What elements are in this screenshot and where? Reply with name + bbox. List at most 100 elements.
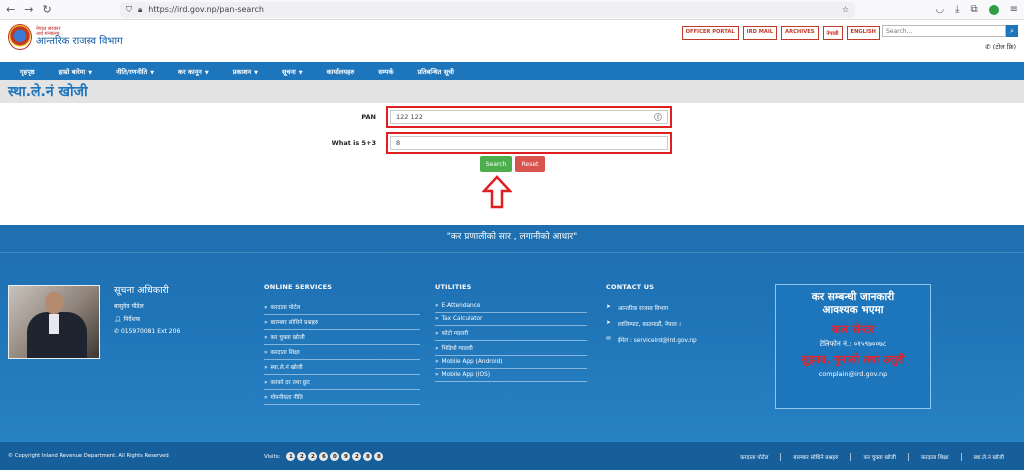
pan-search-form: PAN 122 122 ⇕ What is 5+3 8 Search Reset — [0, 103, 1024, 225]
logo-title: आन्तरिक राजस्व विभाग — [36, 36, 123, 47]
top-links: OFFICER PORTAL IRD MAIL ARCHIVES नेपाली … — [681, 26, 880, 40]
callbox-call-center: कल सेन्टर — [831, 322, 875, 337]
nav-item-tax-law[interactable]: कर कानून ▼ — [178, 67, 209, 76]
copyright: © Copyright Inland Revenue Department. A… — [8, 453, 169, 459]
footer-link[interactable]: » भिडियो ग्यालरी — [435, 341, 587, 356]
site-search-input[interactable] — [882, 25, 1006, 37]
visit-digit: 6 — [319, 452, 329, 461]
main-navigation: गृहपृष्ठ हाम्रो बारेमा ▼ नीति/रणनीति ▼ कर … — [0, 62, 1024, 80]
bookmark-star-icon[interactable]: ☆ — [842, 5, 849, 14]
visit-digit: 2 — [352, 452, 362, 461]
captcha-input-value: 8 — [396, 139, 401, 147]
back-icon[interactable]: ← — [6, 3, 15, 16]
bottom-link[interactable]: बारम्बार सोधिने प्रश्नहरु — [780, 453, 850, 461]
footer-link[interactable]: » Mobile App (Android) — [435, 356, 587, 369]
nav-item-notices[interactable]: सूचना ▼ — [282, 67, 303, 76]
ird-mail-link[interactable]: IRD MAIL — [742, 26, 778, 40]
callbox-phone: टेलिफोन नं.: ०१५९७००७८ — [819, 340, 887, 349]
officer-position: 👤︎ निर्देशक — [114, 316, 141, 323]
page-title-bar: स्था.ले.नं खोजी — [0, 80, 1024, 103]
tollfree-phone: ✆ (टोल फ्रि) — [985, 42, 1016, 51]
footer-link[interactable]: » Tax Calculator — [435, 313, 587, 326]
nav-item-publications[interactable]: प्रकाशन ▼ — [233, 67, 258, 76]
address-bar[interactable]: ⛉ 🔒︎ https://ird.gov.np/pan-search ☆ — [120, 1, 855, 18]
bottom-link[interactable]: करदाता शिक्षा — [907, 453, 961, 461]
site-footer: "कर प्रणालीको सार , लगानीको आधार" सूचना … — [0, 225, 1024, 470]
pan-field-highlight: 122 122 ⇕ — [386, 106, 672, 128]
nav-item-about[interactable]: हाम्रो बारेमा ▼ — [59, 67, 92, 76]
nav-item-policy[interactable]: नीति/रणनीति ▼ — [116, 67, 154, 76]
chevron-down-icon: ▼ — [88, 69, 93, 76]
arrow-up-annotation-icon — [482, 175, 512, 209]
footer-bottom-links: करदाता पोर्टल बारम्बार सोधिने प्रश्नहरु … — [728, 453, 1016, 461]
contact-heading: CONTACT US — [606, 283, 655, 291]
footer-link[interactable]: » E-Attendance — [435, 300, 587, 313]
reload-icon[interactable]: ↻ — [42, 3, 51, 16]
download-icon[interactable]: ⤓ — [955, 4, 959, 15]
footer-link[interactable]: » कर चुक्ता खोजी — [264, 330, 420, 345]
pan-label: PAN — [361, 113, 376, 121]
footer-link[interactable]: » स्था.ले.नं खोजी — [264, 360, 420, 375]
footer-link[interactable]: » Mobile App (IOS) — [435, 369, 587, 382]
url-text[interactable]: https://ird.gov.np/pan-search — [148, 5, 836, 14]
information-officer: सूचना अधिकारी बासुदेव पौडेल 👤︎ निर्देशक … — [114, 283, 180, 340]
nepali-language-link[interactable]: नेपाली — [822, 26, 843, 40]
footer-bottom-bar: © Copyright Inland Revenue Department. A… — [0, 442, 1024, 470]
footer-link[interactable]: » करदाता पोर्टल — [264, 300, 420, 315]
footer-link[interactable]: » फोटो ग्यालरी — [435, 326, 587, 341]
visit-digit: 8 — [374, 452, 384, 461]
online-services-column: ONLINE SERVICES » करदाता पोर्टल » बारम्बार… — [264, 283, 420, 405]
captcha-label: What is 5+3 — [331, 139, 376, 147]
pan-input[interactable]: 122 122 ⇕ — [390, 110, 668, 124]
officer-portal-link[interactable]: OFFICER PORTAL — [681, 26, 739, 40]
nav-item-contact[interactable]: सम्पर्क — [378, 67, 393, 76]
english-language-link[interactable]: ENGLISH — [846, 26, 880, 40]
call-center-box: कर सम्बन्धी जानकारी आवश्यक भएमा कल सेन्ट… — [775, 284, 931, 409]
footer-link[interactable]: » बारम्बार सोधिने प्रश्नहरु — [264, 315, 420, 330]
search-submit-button[interactable]: Search — [480, 156, 512, 172]
search-button[interactable]: ⌕ — [1006, 25, 1018, 37]
send-icon: ➤ — [606, 304, 611, 310]
site-search: ⌕ — [882, 25, 1018, 37]
spinner-icon[interactable]: ⇕ — [654, 113, 662, 121]
captcha-input[interactable]: 8 — [390, 136, 668, 150]
footer-divider — [0, 252, 1024, 253]
menu-icon[interactable]: ≡ — [1010, 4, 1018, 15]
visit-digit: 2 — [308, 452, 318, 461]
utilities-column: UTILITIES » E-Attendance » Tax Calculator … — [435, 283, 587, 382]
extension-green-icon[interactable] — [988, 4, 999, 15]
extensions-icon[interactable]: ⧉ — [970, 4, 977, 15]
archives-link[interactable]: ARCHIVES — [781, 26, 819, 40]
utilities-heading: UTILITIES — [435, 283, 472, 291]
bottom-link[interactable]: कर चुक्ता खोजी — [850, 453, 907, 461]
callbox-suggestion: सुझाव, गुनासो तथा उजुरी — [801, 353, 905, 367]
pocket-icon[interactable]: ◡ — [935, 4, 944, 15]
nepal-emblem-icon — [8, 24, 32, 50]
forward-icon[interactable]: → — [24, 3, 33, 16]
search-icon: ⌕ — [1010, 26, 1014, 35]
contact-email[interactable]: ✉ ईमेल : serviceird@ird.gov.np — [606, 332, 756, 348]
contact-address: ➤ लाजिम्पाट, काठमाडौं, नेपाल । — [606, 320, 681, 328]
visit-digit: 2 — [297, 452, 307, 461]
chevron-down-icon: ▼ — [298, 69, 303, 76]
send-icon: ➤ — [606, 320, 611, 326]
page-title: स्था.ले.नं खोजी — [8, 84, 88, 100]
nav-item-home[interactable]: गृहपृष्ठ — [20, 67, 35, 76]
bottom-link[interactable]: स्था.ले.नं खोजी — [960, 453, 1016, 461]
browser-toolbar: ← → ↻ ⛉ 🔒︎ https://ird.gov.np/pan-search… — [0, 0, 1024, 20]
bottom-link[interactable]: करदाता पोर्टल — [728, 453, 780, 461]
site-header: नेपाल सरकार अर्थ मन्त्रालय आन्तरिक राजस्… — [0, 20, 1024, 62]
callbox-email[interactable]: complain@ird.gov.np — [776, 370, 930, 378]
footer-link[interactable]: » करको दर तथा छुट — [264, 375, 420, 390]
reset-button[interactable]: Reset — [515, 156, 545, 172]
site-logo[interactable]: नेपाल सरकार अर्थ मन्त्रालय आन्तरिक राजस्… — [8, 24, 123, 50]
visits-label: Visits: — [264, 453, 281, 460]
visit-digit: 1 — [286, 452, 296, 461]
nav-item-offices[interactable]: कार्यालयहरु — [327, 67, 355, 76]
officer-name: बासुदेव पौडेल — [114, 303, 144, 310]
footer-link[interactable]: » गोपनीयता नीति — [264, 390, 420, 405]
footer-link[interactable]: » करदाता शिक्षा — [264, 345, 420, 360]
footer-slogan: "कर प्रणालीको सार , लगानीको आधार" — [446, 232, 578, 242]
online-services-heading: ONLINE SERVICES — [264, 283, 333, 291]
nav-item-restricted-list[interactable]: प्रतिबन्धित सूची — [417, 67, 453, 76]
